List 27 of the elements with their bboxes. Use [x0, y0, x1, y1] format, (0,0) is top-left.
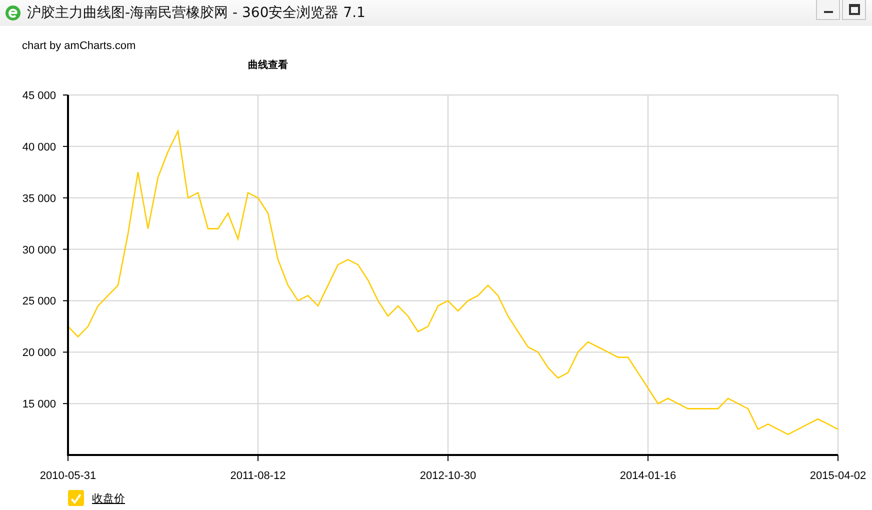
legend-checkbox[interactable] — [68, 490, 84, 506]
tick-mark — [62, 352, 68, 353]
tick-mark — [62, 146, 68, 147]
maximize-button[interactable] — [842, 0, 866, 20]
app-icon — [5, 5, 21, 21]
axis-label: 2012-10-30 — [420, 470, 476, 482]
axis-label: 2011-08-12 — [230, 470, 286, 482]
tick-mark — [62, 94, 68, 96]
axis-label: 35 000 — [22, 192, 56, 205]
tick-mark — [62, 403, 68, 404]
chart-title: 曲线查看 — [248, 60, 288, 71]
tick-mark — [62, 248, 68, 250]
axis-label: 40 000 — [22, 141, 56, 154]
axis-label: 15 000 — [22, 398, 56, 411]
tick-mark — [62, 197, 68, 198]
axis-label: 30 000 — [22, 244, 56, 256]
tick-mark — [62, 300, 68, 302]
axis-label: 2015-04-02 — [810, 470, 866, 482]
axis-label: 25 000 — [22, 296, 56, 308]
legend-label[interactable]: 收盘价 — [92, 490, 125, 506]
chart-credit: chart by amCharts.com — [22, 40, 136, 52]
minimize-button[interactable] — [816, 0, 840, 20]
axis-label: 45 000 — [22, 90, 56, 102]
window-title: 沪胶主力曲线图-海南民营橡胶网 - 360安全浏览器 7.1 — [27, 4, 366, 22]
axis-label: 20 000 — [22, 347, 56, 360]
axis-label: 2010-05-31 — [40, 470, 96, 482]
axis-label: 2014-01-16 — [620, 470, 676, 482]
